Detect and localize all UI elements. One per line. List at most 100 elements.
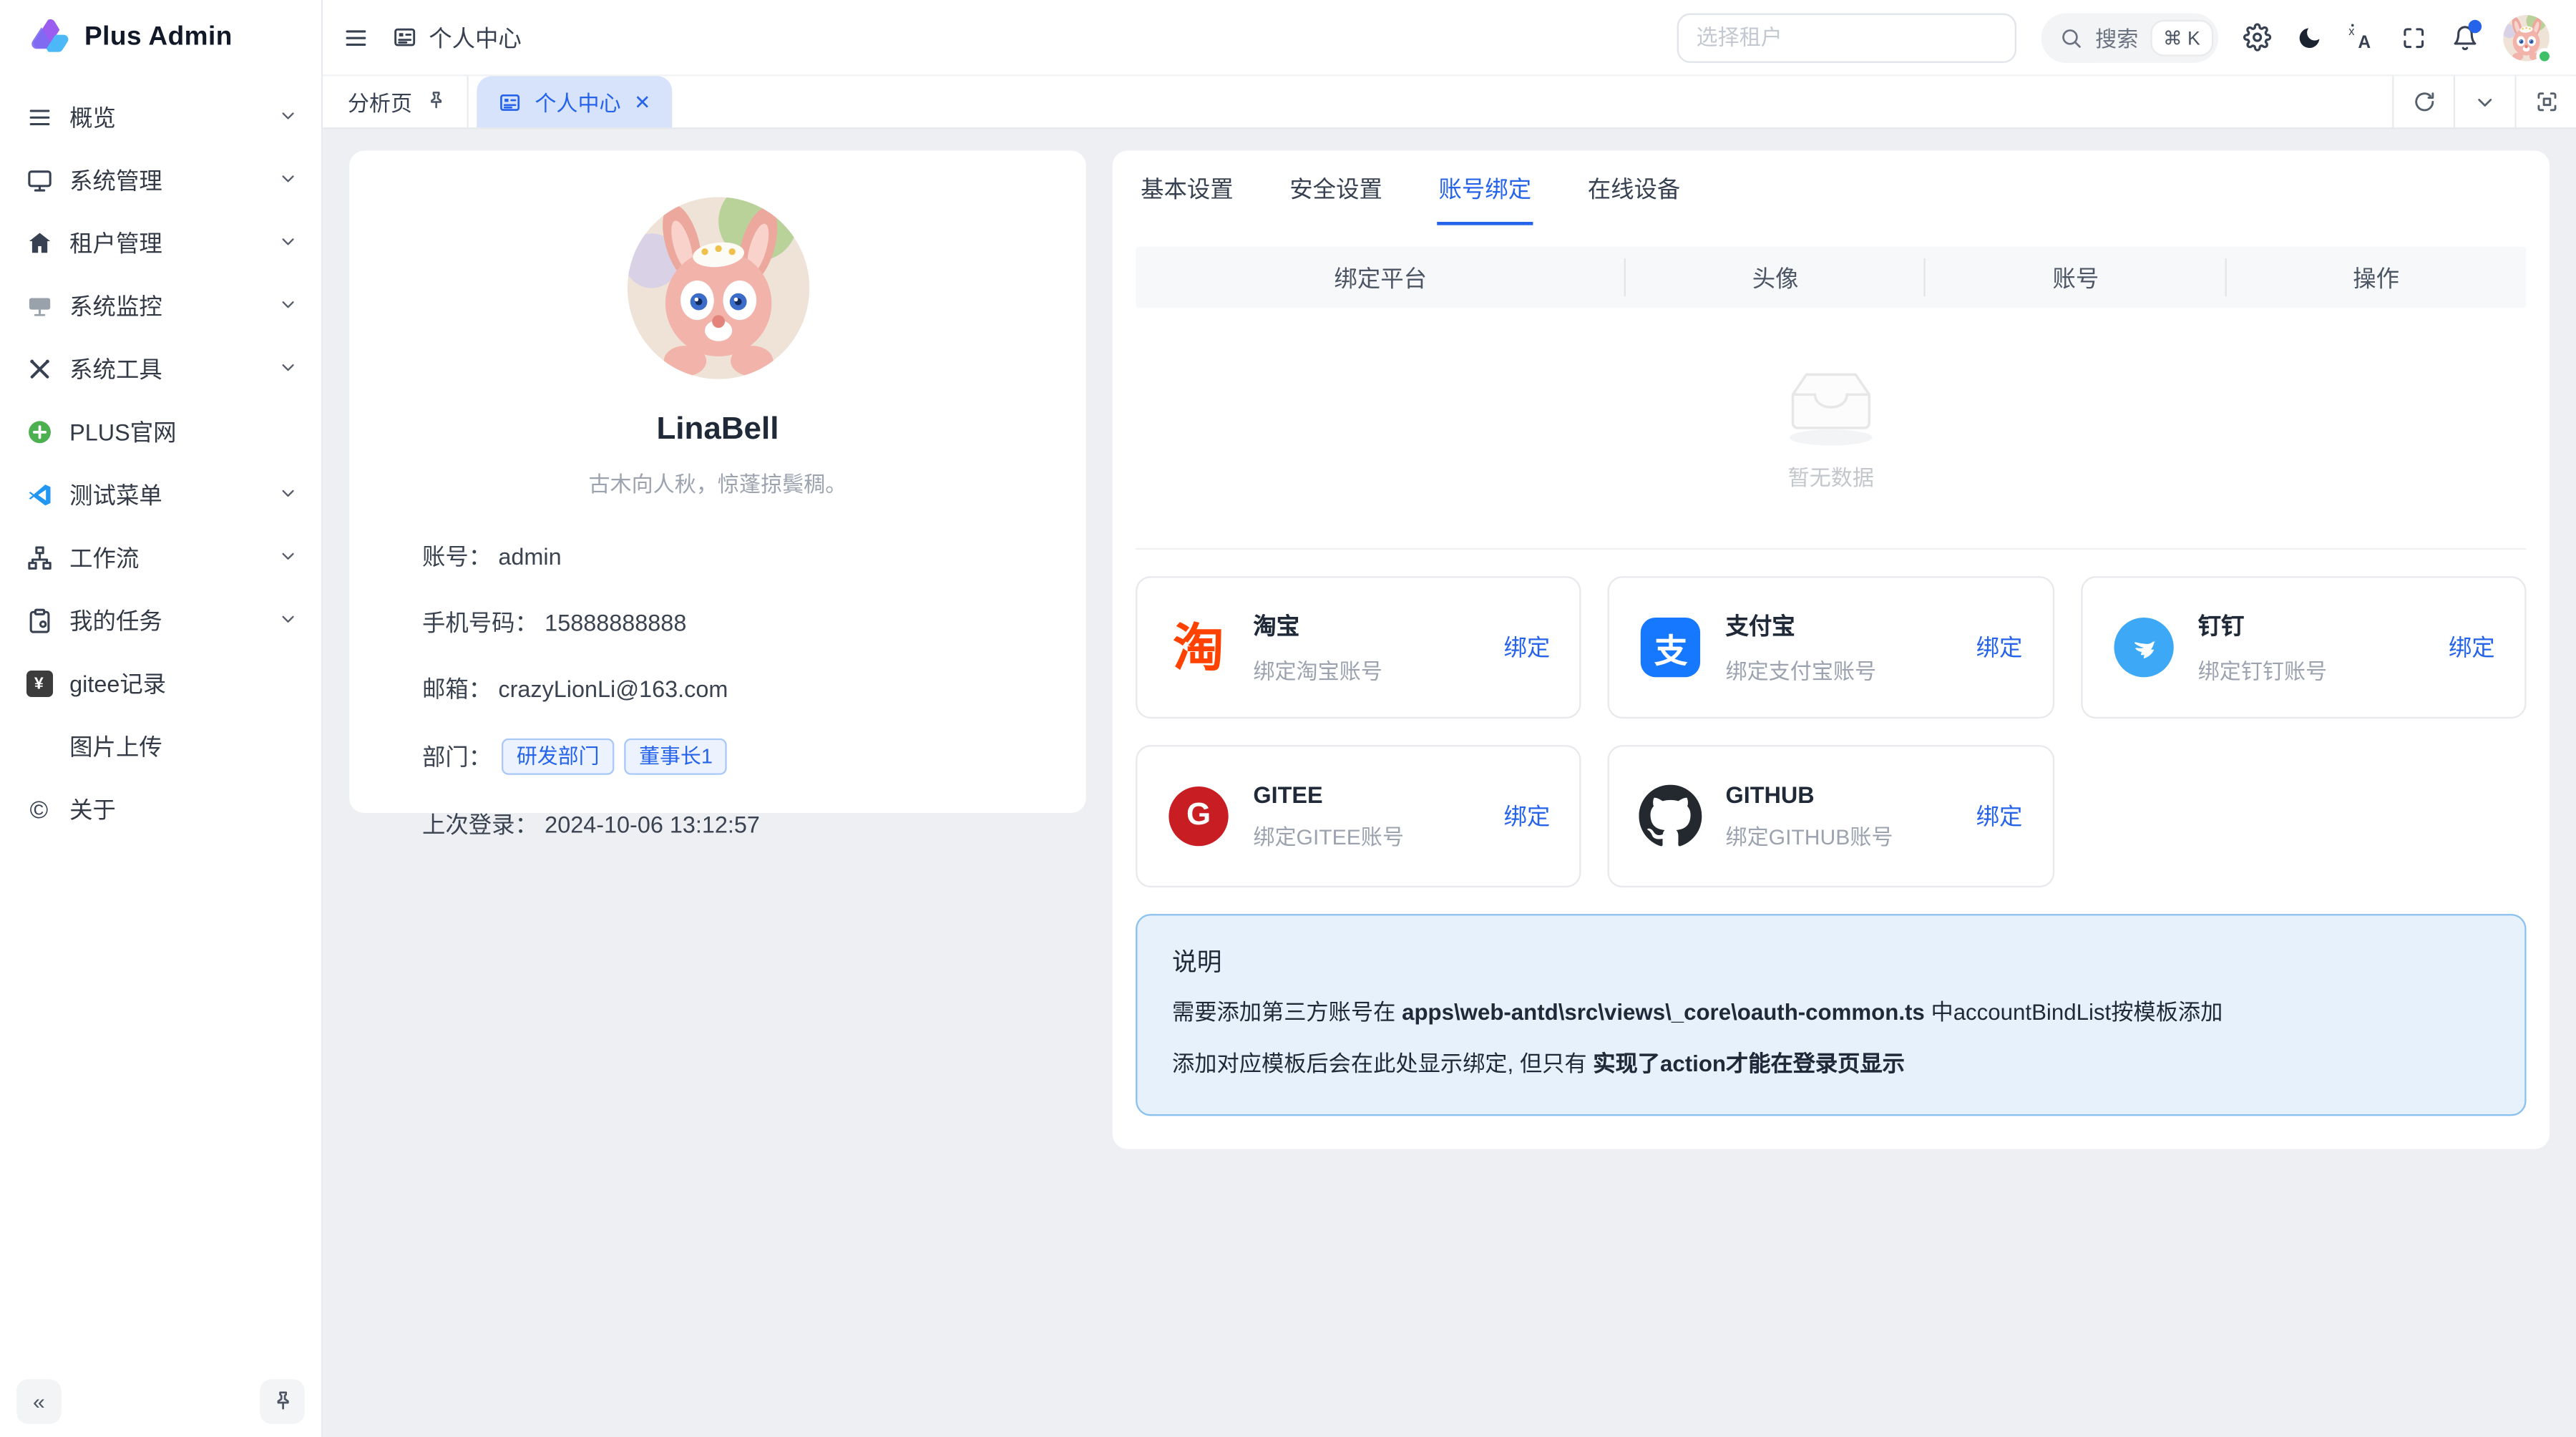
- tab-profile-center[interactable]: 个人中心 ✕: [477, 76, 672, 127]
- content-area: LinaBell 古木向人秋，惊蓬掠鬓稠。 账号： admin 手机号码： 15…: [323, 131, 2576, 1437]
- close-icon[interactable]: ✕: [634, 90, 650, 113]
- sidebar-item-system-monitor[interactable]: 系统监控: [14, 275, 308, 338]
- tab-account-binding[interactable]: 账号绑定: [1437, 151, 1533, 225]
- bind-button[interactable]: 绑定: [1976, 630, 2023, 663]
- bind-title: 钉钉: [2198, 609, 2426, 642]
- svg-text:x: x: [2348, 25, 2355, 38]
- profile-row-department: 部门： 研发部门 董事长1: [422, 739, 1013, 775]
- user-avatar[interactable]: [2503, 14, 2550, 61]
- sidebar-menu: 概览 系统管理 租户管理 系统监控 系统工具: [0, 76, 321, 1364]
- bind-desc: 绑定GITEE账号: [1253, 819, 1480, 851]
- sidebar-collapse-button[interactable]: «: [16, 1378, 61, 1423]
- bind-title: GITEE: [1253, 781, 1480, 808]
- logo[interactable]: Plus Admin: [0, 0, 321, 76]
- sidebar-item-system-management[interactable]: 系统管理: [14, 149, 308, 212]
- home-icon: [25, 229, 53, 257]
- settings-panel: 基本设置 安全设置 账号绑定 在线设备 绑定平台 头像 账号 操作: [1113, 151, 2550, 1149]
- refresh-button[interactable]: [2392, 76, 2454, 127]
- tab-security-settings[interactable]: 安全设置: [1288, 151, 1384, 225]
- sidebar-item-image-upload[interactable]: 图片上传: [14, 715, 308, 778]
- tab-label: 个人中心: [535, 86, 620, 117]
- sidebar-item-about[interactable]: © 关于: [14, 778, 308, 841]
- breadcrumb: 个人中心: [392, 21, 521, 54]
- bind-button[interactable]: 绑定: [1976, 799, 2023, 832]
- settings-gear-icon[interactable]: [2243, 23, 2271, 51]
- sidebar-item-test-menu[interactable]: 测试菜单: [14, 464, 308, 527]
- sidebar-item-label: 图片上传: [69, 730, 298, 763]
- main-area: 个人中心 搜索 ⌘ K xA: [323, 0, 2576, 1437]
- bind-card-taobao: 淘 淘宝 绑定淘宝账号 绑定: [1136, 576, 1581, 718]
- row-value: 2024-10-06 13:12:57: [545, 811, 760, 837]
- app-title: Plus Admin: [84, 23, 233, 53]
- dark-mode-moon-icon[interactable]: [2296, 24, 2323, 51]
- menu-lines-icon: [25, 104, 53, 132]
- id-card-icon: [392, 25, 417, 50]
- tab-online-devices[interactable]: 在线设备: [1586, 151, 1682, 225]
- empty-state: 暂无数据: [1136, 308, 2526, 550]
- profile-row-last-login: 上次登录： 2024-10-06 13:12:57: [422, 808, 1013, 841]
- tenant-select-input[interactable]: [1677, 12, 2016, 62]
- bind-button[interactable]: 绑定: [2449, 630, 2495, 663]
- row-label: 邮箱：: [422, 672, 492, 705]
- sidebar-item-overview[interactable]: 概览: [14, 86, 308, 149]
- gitee-icon: G: [1167, 785, 1230, 848]
- sidebar-item-label: 测试菜单: [69, 479, 261, 512]
- profile-row-email: 邮箱： crazyLionLi@163.com: [422, 672, 1013, 705]
- profile-details: 账号： admin 手机号码： 15888888888 邮箱： crazyLio…: [422, 540, 1013, 841]
- tools-icon: [25, 355, 53, 383]
- chevron-down-icon: [278, 356, 298, 382]
- hamburger-menu-icon[interactable]: [343, 24, 369, 51]
- sidebar-item-plus-website[interactable]: PLUS官网: [14, 401, 308, 464]
- online-status-dot: [2536, 47, 2552, 64]
- tab-basic-settings[interactable]: 基本设置: [1139, 151, 1235, 225]
- language-translate-icon[interactable]: xA: [2348, 23, 2376, 51]
- app-root: Plus Admin 概览 系统管理 租户管理 系统监控: [0, 0, 2576, 1437]
- breadcrumb-label: 个人中心: [429, 21, 522, 54]
- bind-card-gitee: G GITEE 绑定GITEE账号 绑定: [1136, 745, 1581, 887]
- workflow-icon: [25, 544, 53, 572]
- profile-name: LinaBell: [422, 412, 1013, 449]
- tab-analysis-page[interactable]: 分析页: [323, 76, 469, 127]
- sidebar-item-tenant-management[interactable]: 租户管理: [14, 212, 308, 275]
- row-label: 部门：: [422, 740, 492, 773]
- row-value: crazyLionLi@163.com: [498, 676, 728, 702]
- sidebar-item-system-tools[interactable]: 系统工具: [14, 338, 308, 401]
- vscode-icon: [25, 481, 53, 509]
- department-tag: 董事长1: [624, 739, 727, 775]
- bind-button[interactable]: 绑定: [1504, 630, 1551, 663]
- yen-square-icon: ¥: [25, 670, 53, 698]
- department-tag: 研发部门: [502, 739, 614, 775]
- sidebar-item-workflow[interactable]: 工作流: [14, 527, 308, 590]
- search-label: 搜索: [2095, 21, 2138, 53]
- chevron-down-icon: [278, 293, 298, 320]
- notifications-bell-icon[interactable]: [2451, 24, 2478, 51]
- note-line-2: 添加对应模板后会在此处显示绑定, 但只有 实现了action才能在登录页显示: [1172, 1048, 2490, 1082]
- bind-button[interactable]: 绑定: [1504, 799, 1551, 832]
- note-title: 说明: [1172, 944, 2490, 979]
- sidebar-item-gitee-records[interactable]: ¥ gitee记录: [14, 653, 308, 716]
- profile-card: LinaBell 古木向人秋，惊蓬掠鬓稠。 账号： admin 手机号码： 15…: [349, 151, 1086, 813]
- tab-options-chevron[interactable]: [2454, 76, 2515, 127]
- bind-desc: 绑定钉钉账号: [2198, 654, 2426, 686]
- tab-bar: 分析页 个人中心 ✕: [323, 74, 2576, 129]
- search-icon: [2059, 26, 2082, 49]
- tab-label: 分析页: [348, 86, 412, 117]
- content-fullscreen-button[interactable]: [2514, 76, 2576, 127]
- note-line-1: 需要添加第三方账号在 apps\web-antd\src\views\_core…: [1172, 997, 2490, 1031]
- id-card-icon: [498, 90, 521, 113]
- pin-icon[interactable]: [426, 89, 447, 115]
- bind-title: GITHUB: [1726, 781, 1953, 808]
- fullscreen-icon[interactable]: [2401, 24, 2427, 51]
- sidebar-item-my-tasks[interactable]: 我的任务: [14, 590, 308, 653]
- binding-cards: 淘 淘宝 绑定淘宝账号 绑定 支 支付宝 绑定支付宝账号 绑定: [1136, 576, 2526, 887]
- column-header-avatar: 头像: [1625, 247, 1926, 308]
- bind-card-github: GITHUB 绑定GITHUB账号 绑定: [1608, 745, 2054, 887]
- copyright-icon: ©: [25, 796, 53, 824]
- sidebar-item-label: 我的任务: [69, 604, 261, 637]
- sidebar-pin-button[interactable]: [260, 1378, 304, 1423]
- global-search-button[interactable]: 搜索 ⌘ K: [2041, 12, 2218, 62]
- plus-circle-icon: [25, 418, 53, 446]
- sidebar-item-label: 系统监控: [69, 290, 261, 323]
- bind-title: 支付宝: [1726, 609, 1953, 642]
- sidebar-item-label: 租户管理: [69, 227, 261, 260]
